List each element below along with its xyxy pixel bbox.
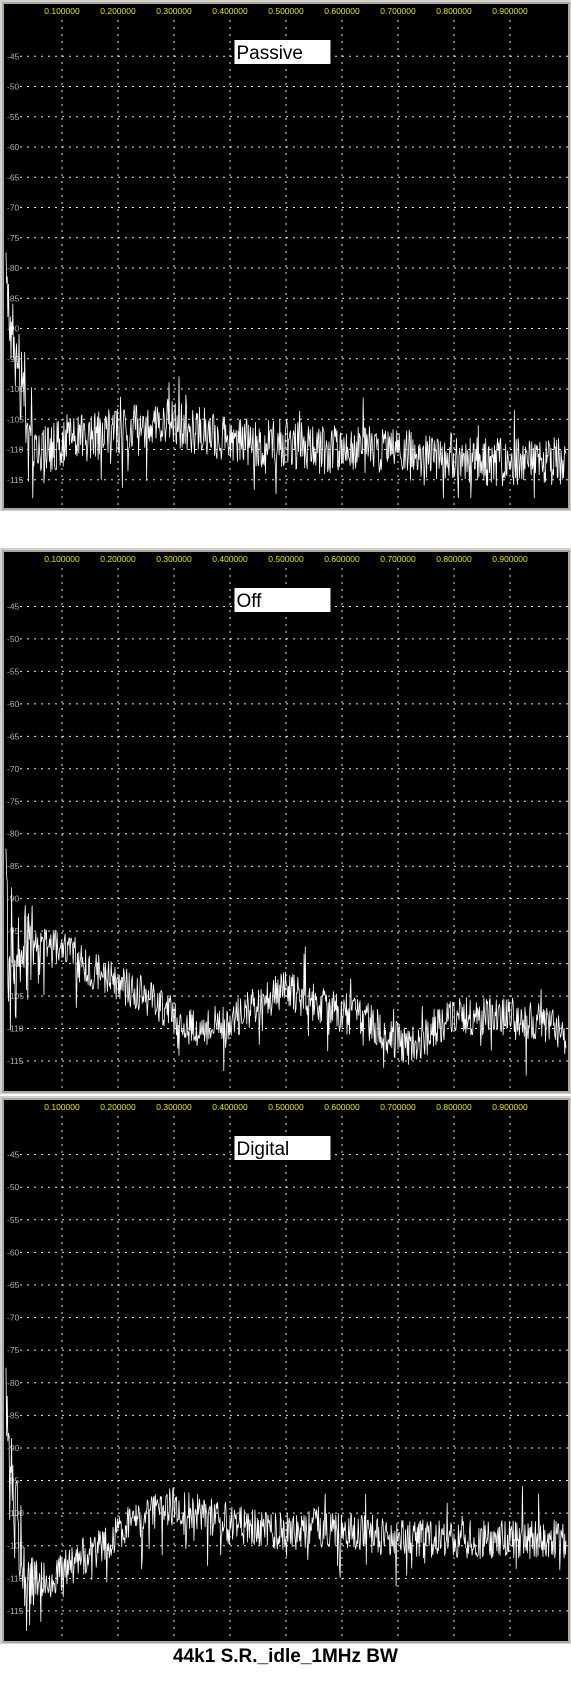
y-tick-label: -45 [7, 601, 20, 611]
y-tick-label: -80 [7, 263, 20, 273]
y-tick-label: -70 [7, 203, 20, 213]
y-tick-label: -115 [7, 1056, 24, 1066]
panel-label: Passive [236, 43, 303, 64]
x-tick-label: 0.400000 [212, 1102, 248, 1112]
y-tick-label: -65 [7, 172, 20, 182]
y-tick-label: -110 [7, 1024, 24, 1034]
y-tick-label: -70 [7, 1313, 20, 1323]
x-tick-label: 0.700000 [380, 6, 416, 16]
x-tick-label: 0.500000 [268, 554, 304, 564]
panel-digital: 0.100000 0.200000 0.300000 0.400000 0.500000… [0, 1096, 571, 1644]
y-tick-label: -75 [7, 233, 20, 243]
x-tick-label: 0.900000 [492, 6, 528, 16]
x-tick-label: 0.400000 [212, 554, 248, 564]
y-tick-label: -75 [7, 1345, 20, 1355]
y-tick-label: -60 [7, 1247, 20, 1257]
figure-caption: 44k1 S.R._idle_1MHz BW [173, 1646, 398, 1667]
y-tick-label: -90 [7, 894, 20, 904]
chart-passive: 0.100000 0.200000 0.300000 0.400000 0.500000… [2, 2, 570, 510]
x-tick-label: 0.200000 [100, 6, 136, 16]
y-tick-label: -55 [7, 112, 20, 122]
x-tick-label: 0.800000 [436, 554, 472, 564]
panel-passive: 0.100000 0.200000 0.300000 0.400000 0.500000… [0, 0, 571, 511]
y-tick-label: -60 [7, 142, 20, 152]
x-tick-label: 0.700000 [380, 554, 416, 564]
x-tick-label: 0.600000 [324, 6, 360, 16]
x-tick-label: 0.100000 [44, 6, 80, 16]
x-tick-label: 0.200000 [100, 554, 136, 564]
panel-label: Digital [236, 1139, 289, 1160]
y-tick-label: -45 [7, 51, 20, 61]
x-tick-label: 0.100000 [44, 1102, 80, 1112]
y-tick-label: -55 [7, 666, 20, 676]
x-tick-label: 0.800000 [436, 1102, 472, 1112]
y-tick-label: -70 [7, 764, 20, 774]
y-tick-label: -50 [7, 1182, 20, 1192]
panel-label: Off [236, 591, 262, 612]
x-tick-label: 0.500000 [268, 1102, 304, 1112]
panel-off: 0.100000 0.200000 0.300000 0.400000 0.500000… [0, 548, 571, 1094]
chart-off: 0.100000 0.200000 0.300000 0.400000 0.500000… [2, 550, 570, 1093]
x-tick-label: 0.300000 [156, 6, 192, 16]
x-tick-label: 0.300000 [156, 1102, 192, 1112]
y-tick-label: -110 [7, 1573, 24, 1583]
y-tick-label: -85 [7, 861, 20, 871]
x-tick-label: 0.200000 [100, 1102, 136, 1112]
y-tick-label: -55 [7, 1215, 20, 1225]
y-tick-label: -110 [7, 445, 24, 455]
x-tick-label: 0.400000 [212, 6, 248, 16]
x-tick-label: 0.500000 [268, 6, 304, 16]
y-tick-label: -65 [7, 731, 20, 741]
y-tick-label: -85 [7, 1410, 20, 1420]
y-tick-label: -105 [7, 414, 24, 424]
x-tick-label: 0.300000 [156, 554, 192, 564]
x-tick-label: 0.600000 [324, 1102, 360, 1112]
x-tick-label: 0.800000 [436, 6, 472, 16]
y-tick-label: -105 [7, 991, 24, 1001]
chart-digital: 0.100000 0.200000 0.300000 0.400000 0.500000… [2, 1098, 570, 1643]
y-tick-label: -50 [7, 82, 20, 92]
x-tick-label: 0.600000 [324, 554, 360, 564]
x-tick-label: 0.900000 [492, 1102, 528, 1112]
y-tick-label: -65 [7, 1280, 20, 1290]
x-tick-label: 0.700000 [380, 1102, 416, 1112]
y-tick-label: -115 [7, 1606, 24, 1616]
y-tick-label: -80 [7, 1378, 20, 1388]
y-tick-label: -60 [7, 699, 20, 709]
y-tick-label: -50 [7, 634, 20, 644]
y-tick-label: -45 [7, 1150, 20, 1160]
y-tick-label: -80 [7, 829, 20, 839]
x-tick-label: 0.100000 [44, 554, 80, 564]
y-tick-label: -75 [7, 796, 20, 806]
x-tick-label: 0.900000 [492, 554, 528, 564]
y-tick-label: -115 [7, 475, 24, 485]
